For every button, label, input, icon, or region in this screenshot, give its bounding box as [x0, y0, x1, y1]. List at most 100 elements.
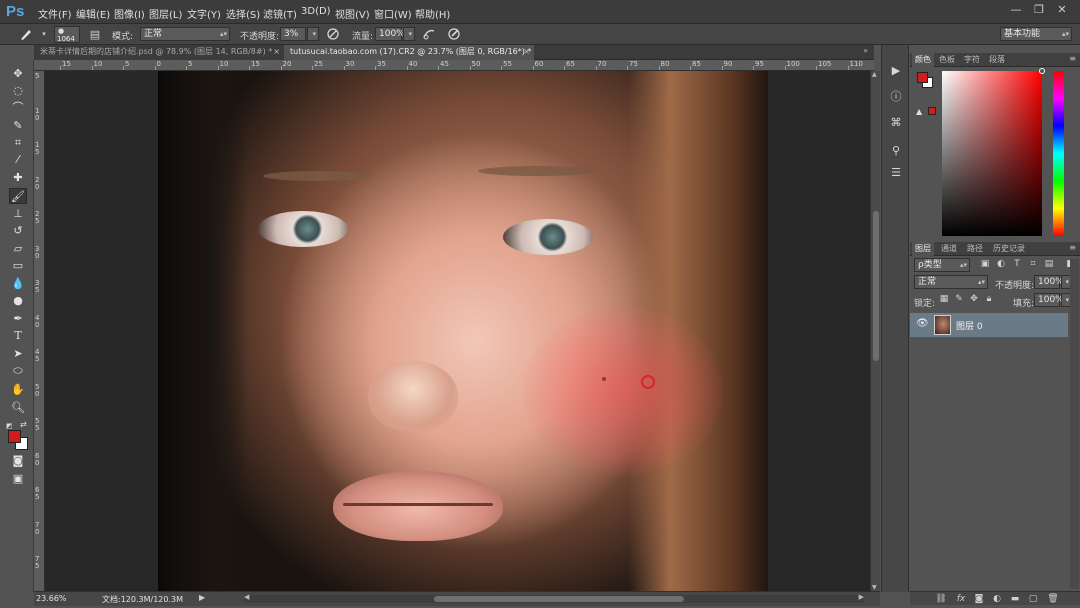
path-selection-tool-icon[interactable]: ➤ [9, 346, 27, 362]
opacity-dropdown-button[interactable]: ▾ [307, 27, 319, 41]
hand-tool-icon[interactable]: ✋ [9, 382, 27, 398]
tab-history[interactable]: 历史记录 [990, 242, 1028, 256]
scroll-down-icon[interactable]: ▼ [872, 584, 877, 591]
menu-file[interactable]: 文件(F) [38, 6, 72, 21]
flow-dropdown-button[interactable]: ▾ [403, 27, 415, 41]
canvas-area[interactable] [45, 71, 870, 591]
layer-opacity-input[interactable]: 100% [1034, 275, 1064, 289]
canvas-horizontal-scrollbar[interactable]: ◀ ▶ [244, 593, 864, 603]
brush-size-picker[interactable]: ● 1064 [54, 26, 80, 43]
pressure-opacity-icon[interactable] [325, 27, 341, 42]
marquee-tool-icon[interactable]: ◌ [9, 83, 27, 99]
clone-source-icon[interactable]: ⚲ [888, 143, 904, 159]
zoom-tool-icon[interactable]: 🔍︎ [9, 400, 27, 416]
dodge-tool-icon[interactable]: ● [9, 293, 27, 309]
filter-shape-icon[interactable]: ⌗ [1026, 258, 1040, 271]
tab-swatches[interactable]: 色板 [936, 53, 958, 67]
lock-image-icon[interactable]: ✎ [952, 293, 966, 306]
filter-pixel-icon[interactable]: ▣ [978, 258, 992, 271]
close-window-button[interactable]: ✕ [1053, 3, 1071, 17]
adjustment-icon[interactable]: ◐ [990, 593, 1004, 605]
quick-selection-tool-icon[interactable]: ✎ [9, 118, 27, 134]
opacity-input[interactable]: 3% [280, 27, 306, 41]
history-brush-tool-icon[interactable]: ↺ [9, 223, 27, 239]
photo-portrait[interactable] [158, 71, 768, 591]
filter-smart-object-icon[interactable]: ▤ [1042, 258, 1056, 271]
menu-edit[interactable]: 编辑(E) [76, 6, 110, 21]
hue-slider[interactable] [1053, 71, 1064, 236]
swap-colors-icon[interactable]: ⇄ [20, 420, 27, 429]
pen-tool-icon[interactable]: ✒ [9, 311, 27, 327]
filter-type-icon[interactable]: T [1010, 258, 1024, 271]
menu-3d[interactable]: 3D(D) [301, 6, 331, 17]
zoom-level[interactable]: 23.66% [36, 594, 67, 603]
flow-input[interactable]: 100% [375, 27, 405, 41]
link-icon[interactable]: ⛓ [934, 593, 948, 605]
lasso-tool-icon[interactable]: ⌒ [9, 100, 27, 116]
layer-row[interactable]: 👁︎ 图层 0 [910, 313, 1068, 337]
menu-window[interactable]: 窗口(W) [374, 6, 412, 21]
color-spectrum-field[interactable] [942, 68, 1045, 236]
gamut-warning-icon[interactable]: ▲ [916, 107, 922, 116]
menu-layer[interactable]: 图层(L) [149, 6, 182, 21]
tab-character[interactable]: 字符 [961, 53, 983, 67]
brush-panel-toggle-icon[interactable]: ▤ [87, 27, 103, 42]
gradient-tool-icon[interactable]: ▭ [9, 258, 27, 274]
fx-icon[interactable]: fx [954, 593, 968, 605]
brush-tool-preset-icon[interactable] [18, 27, 34, 42]
clone-stamp-tool-icon[interactable]: ⊥ [9, 206, 27, 222]
menu-filter[interactable]: 滤镜(T) [263, 6, 297, 21]
tab-layers[interactable]: 图层 [912, 242, 934, 256]
tab-paths[interactable]: 路径 [964, 242, 986, 256]
new-layer-icon[interactable]: ▢ [1026, 593, 1040, 605]
screen-mode-icon[interactable]: ▣ [9, 471, 27, 487]
layer-name[interactable]: 图层 0 [956, 319, 983, 332]
scroll-up-icon[interactable]: ▲ [872, 71, 877, 78]
type-tool-icon[interactable]: T [9, 328, 27, 344]
panel-menu-icon[interactable]: ≡ [1069, 54, 1076, 63]
close-tab-icon[interactable]: × [523, 45, 530, 59]
document-tab-active[interactable]: tutusucai.taobao.com (17).CR2 @ 23.7% (图… [284, 45, 534, 60]
brush-tool-icon[interactable]: 🖌 [9, 188, 27, 204]
foreground-color-chip[interactable] [917, 72, 928, 83]
mode-dropdown[interactable]: 正常 ▴▾ [140, 27, 230, 41]
shape-tool-icon[interactable]: ⬭ [9, 363, 27, 379]
blend-mode-dropdown[interactable]: 正常 ▴▾ [914, 275, 988, 289]
filter-adjustment-icon[interactable]: ◐ [994, 258, 1008, 271]
quick-mask-icon[interactable]: ◙ [9, 453, 27, 469]
fill-input[interactable]: 100% [1034, 293, 1064, 307]
eyedropper-tool-icon[interactable]: ⁄ [9, 152, 27, 168]
tab-color[interactable]: 颜色 [912, 53, 934, 67]
menu-select[interactable]: 选择(S) [226, 6, 260, 21]
move-tool-icon[interactable]: ✥ [9, 66, 27, 82]
workspace-dropdown[interactable]: 基本功能 ▴▾ [1000, 27, 1072, 41]
menu-image[interactable]: 图像(I) [114, 6, 145, 21]
eye-visibility-icon[interactable]: 👁︎ [916, 318, 929, 329]
menu-view[interactable]: 视图(V) [335, 6, 370, 21]
menu-help[interactable]: 帮助(H) [415, 6, 450, 21]
trash-icon[interactable]: 🗑︎ [1046, 593, 1060, 605]
lock-all-icon[interactable]: 🔒︎ [982, 293, 996, 306]
horizontal-scroll-thumb[interactable] [434, 596, 684, 602]
document-tab[interactable]: 米蒂卡详情后期的店铺介绍.psd @ 78.9% (图层 14, RGB/8#)… [34, 45, 284, 60]
group-icon[interactable]: ▬ [1008, 593, 1022, 605]
lock-transparent-icon[interactable]: ▦ [937, 293, 951, 306]
eraser-tool-icon[interactable]: ▱ [9, 241, 27, 257]
chevron-down-icon[interactable]: ▾ [36, 27, 52, 42]
menu-type[interactable]: 文字(Y) [187, 6, 221, 21]
tab-paragraph[interactable]: 段落 [986, 53, 1008, 67]
layer-filter-dropdown[interactable]: ρ类型 ▴▾ [914, 258, 970, 272]
crop-tool-icon[interactable]: ⌗ [9, 135, 27, 151]
foreground-color-swatch[interactable] [8, 430, 21, 443]
pressure-size-icon[interactable] [446, 27, 462, 42]
close-tab-icon[interactable]: × [273, 45, 280, 59]
mask-icon[interactable]: ◙ [972, 593, 986, 605]
vertical-scroll-thumb[interactable] [873, 211, 879, 361]
info-panel-icon[interactable]: ⓘ [888, 89, 904, 105]
canvas-vertical-scrollbar[interactable]: ▲ ▼ [870, 71, 880, 591]
status-menu-arrow-icon[interactable]: ▶ [199, 593, 205, 602]
airbrush-icon[interactable] [421, 27, 437, 42]
brush-presets-icon[interactable]: ⌘ [888, 115, 904, 131]
tab-overflow-icon[interactable]: » [863, 46, 868, 55]
lock-position-icon[interactable]: ✥ [967, 293, 981, 306]
